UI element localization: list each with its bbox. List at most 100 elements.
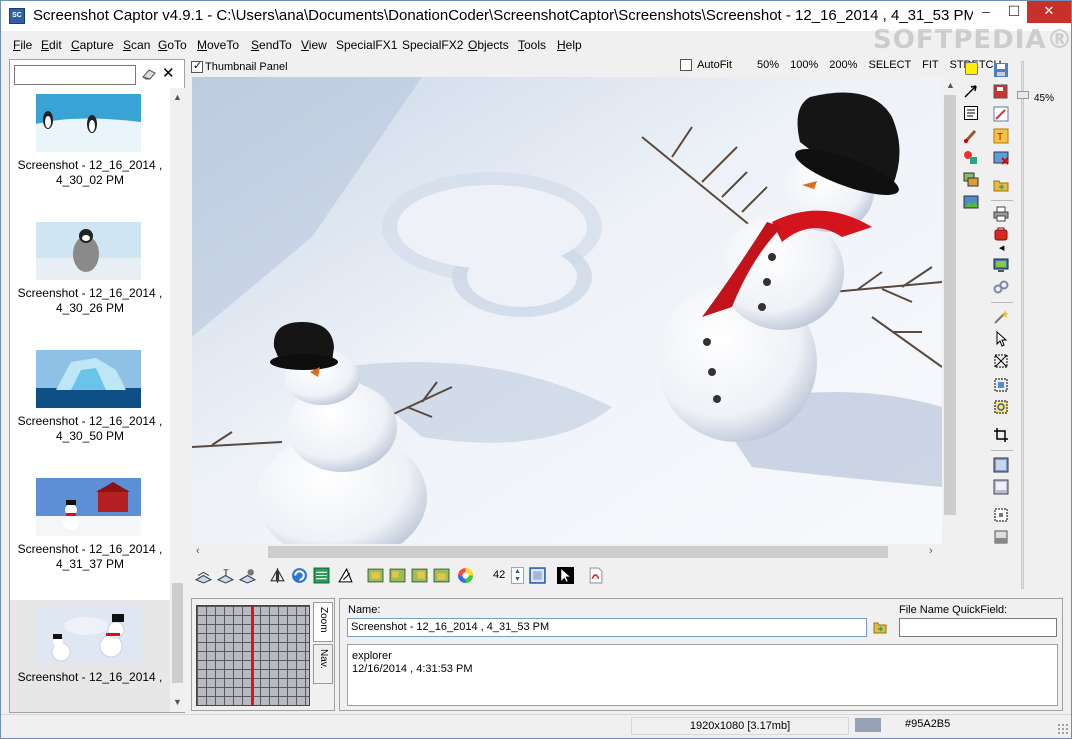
tab-nav[interactable]: Nav.: [313, 644, 333, 684]
thumbnail-image[interactable]: [36, 94, 141, 152]
thumbnail-image[interactable]: [36, 222, 141, 280]
thumbnail-panel-toggle[interactable]: Thumbnail Panel: [191, 59, 288, 75]
rename-folder-icon[interactable]: [873, 620, 887, 634]
add-text-page-icon[interactable]: T: [217, 567, 234, 584]
thumbnail-image[interactable]: [36, 606, 141, 664]
save-icon[interactable]: [993, 62, 1009, 78]
screen-capture-icon[interactable]: [993, 257, 1009, 273]
brush-icon[interactable]: [963, 128, 979, 144]
menu-view[interactable]: View: [301, 38, 327, 52]
menu-file[interactable]: File: [13, 38, 32, 52]
send-to-icon[interactable]: [993, 227, 1009, 243]
slider-track[interactable]: [1021, 61, 1024, 589]
thumbnail-image[interactable]: [36, 350, 141, 408]
menu-tools[interactable]: Tools: [518, 38, 546, 52]
autofit-checkbox[interactable]: [680, 59, 692, 72]
save-as-icon[interactable]: [993, 84, 1009, 100]
layers-icon[interactable]: [963, 172, 979, 188]
text-overlay-icon[interactable]: T: [993, 128, 1009, 144]
zoom-slider[interactable]: [1017, 61, 1029, 591]
thumbnail-filter-input[interactable]: [14, 65, 136, 85]
pdf-icon[interactable]: [587, 567, 604, 584]
menu-specialfx2[interactable]: SpecialFX2: [402, 38, 463, 52]
cursor-overlay-icon[interactable]: [557, 567, 574, 584]
slider-knob[interactable]: [1017, 91, 1029, 99]
menu-objects[interactable]: Objects: [468, 38, 509, 52]
shadow-icon[interactable]: [993, 479, 1009, 495]
text-lines-icon[interactable]: [313, 567, 330, 584]
scroll-down-icon[interactable]: ▼: [173, 697, 182, 707]
menu-edit[interactable]: Edit: [41, 38, 62, 52]
app-icon[interactable]: SC: [9, 8, 25, 24]
menu-sendto[interactable]: SendTo: [251, 38, 292, 52]
scroll-up-icon[interactable]: ▲: [173, 92, 182, 102]
thumbnail-item[interactable]: Screenshot - 12_16_2014 , 4_30_02 PM: [10, 88, 170, 216]
clear-filter-icon[interactable]: ✕: [162, 65, 175, 83]
border-icon[interactable]: [993, 457, 1009, 473]
delete-image-icon[interactable]: [993, 150, 1009, 166]
print-icon[interactable]: [993, 206, 1009, 222]
thumbnail-item[interactable]: Screenshot - 12_16_2014 , 4_31_37 PM: [10, 472, 170, 600]
minimize-button[interactable]: –: [971, 1, 1001, 23]
notes-area[interactable]: explorer 12/16/2014 , 4:31:53 PM: [347, 644, 1058, 706]
canvas-horizontal-scrollbar[interactable]: ‹ ›: [192, 544, 942, 560]
navigator-grid[interactable]: [196, 605, 310, 706]
menu-moveto[interactable]: MoveTo: [197, 38, 239, 52]
color-wheel-icon[interactable]: [457, 567, 474, 584]
number-field[interactable]: 42: [493, 569, 505, 581]
color-swatch-icon[interactable]: [965, 62, 978, 75]
thumbnail-panel-checkbox[interactable]: [191, 59, 203, 73]
page-stack-icon[interactable]: [195, 567, 212, 584]
text-box-icon[interactable]: [963, 105, 979, 121]
dropdown-arrow-icon[interactable]: ◀: [999, 244, 1004, 252]
thumbnail-item[interactable]: Screenshot - 12_16_2014 ,: [10, 600, 170, 712]
frame-icon[interactable]: [529, 567, 546, 584]
magic-wand-icon[interactable]: [993, 309, 1009, 325]
thumb-compare-icon[interactable]: [411, 567, 428, 584]
select-pointer-icon[interactable]: [993, 331, 1009, 347]
close-button[interactable]: ✕: [1027, 1, 1071, 23]
zoom-100-link[interactable]: 100%: [790, 59, 818, 71]
menu-goto[interactable]: GoTo: [158, 38, 187, 52]
thumbnail-item[interactable]: Screenshot - 12_16_2014 , 4_30_50 PM: [10, 344, 170, 472]
thumb-next-icon[interactable]: [389, 567, 406, 584]
menu-scan[interactable]: Scan: [123, 38, 150, 52]
menu-help[interactable]: Help: [557, 38, 582, 52]
scrollbar-thumb[interactable]: [172, 583, 183, 683]
zoom-select-link[interactable]: SELECT: [868, 59, 911, 71]
thumb-export-icon[interactable]: [433, 567, 450, 584]
image-icon[interactable]: [963, 194, 979, 210]
quickfield-input[interactable]: [899, 618, 1057, 637]
zoom-fit-link[interactable]: FIT: [922, 59, 938, 71]
number-spinner[interactable]: ▲ ▼: [511, 567, 524, 584]
skew-icon[interactable]: [337, 567, 354, 584]
crop-icon[interactable]: [993, 427, 1009, 443]
thumbnail-scrollbar[interactable]: ▲ ▼: [170, 88, 185, 712]
zoom-50-link[interactable]: 50%: [757, 59, 779, 71]
menu-specialfx1[interactable]: SpecialFX1: [336, 38, 397, 52]
edit-image-icon[interactable]: [993, 106, 1009, 122]
thumbnail-item[interactable]: Screenshot - 12_16_2014 , 4_30_26 PM: [10, 216, 170, 344]
fit-frame-icon[interactable]: [993, 507, 1009, 523]
zoom-200-link[interactable]: 200%: [829, 59, 857, 71]
scroll-right-icon[interactable]: ›: [929, 545, 933, 557]
name-field[interactable]: Screenshot - 12_16_2014 , 4_31_53 PM: [347, 618, 867, 637]
scroll-up-icon[interactable]: ▲: [946, 80, 955, 90]
thumbnail-image[interactable]: [36, 478, 141, 536]
fade-edge-icon[interactable]: [993, 529, 1009, 545]
resize-grip-icon[interactable]: [1057, 723, 1069, 735]
scrollbar-thumb[interactable]: [268, 546, 888, 558]
navigator-position-line[interactable]: [251, 606, 254, 705]
scrollbar-thumb[interactable]: [944, 95, 956, 515]
canvas-vertical-scrollbar[interactable]: ▲: [942, 77, 958, 544]
zoom-region-icon[interactable]: [993, 399, 1009, 415]
shapes-icon[interactable]: [963, 150, 979, 166]
flip-icon[interactable]: [269, 567, 286, 584]
page-settings-icon[interactable]: [239, 567, 256, 584]
maximize-button[interactable]: ☐: [999, 1, 1029, 23]
arrow-tool-icon[interactable]: [963, 83, 979, 99]
thumb-prev-icon[interactable]: [367, 567, 384, 584]
link-icon[interactable]: [993, 279, 1009, 295]
screenshot-canvas[interactable]: [192, 77, 942, 544]
crop-region-icon[interactable]: [993, 353, 1009, 369]
